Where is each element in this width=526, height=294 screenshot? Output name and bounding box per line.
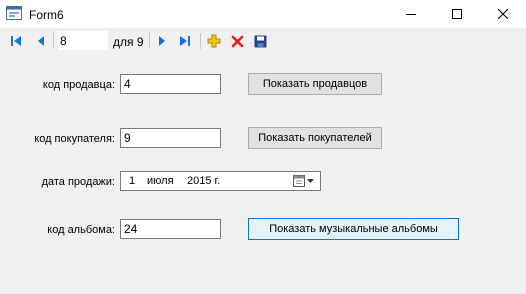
move-previous-button[interactable] [32, 32, 50, 50]
show-sellers-button[interactable]: Показать продавцов [248, 73, 382, 95]
show-buyers-button[interactable]: Показать покупателей [248, 127, 382, 149]
date-month: июля [147, 175, 174, 187]
add-icon [207, 34, 221, 48]
form-icon [6, 6, 22, 20]
calendar-dropdown[interactable] [293, 175, 315, 187]
save-button[interactable] [251, 32, 269, 50]
seller-id-field[interactable]: 4 [120, 74, 221, 94]
title-bar: Form6 [0, 0, 526, 28]
toolbar-separator [200, 33, 201, 49]
sale-date-picker[interactable]: 1 июля 2015 г. [120, 171, 321, 191]
move-last-icon [180, 36, 190, 46]
delete-icon [231, 35, 243, 47]
minimize-button[interactable] [388, 0, 434, 28]
save-icon [254, 35, 266, 47]
delete-button[interactable] [228, 32, 246, 50]
close-icon [498, 9, 508, 19]
move-last-button[interactable] [176, 32, 194, 50]
move-first-icon [11, 36, 21, 46]
add-new-button[interactable] [205, 32, 223, 50]
sale-date-label: дата продажи: [41, 176, 115, 188]
toolbar-separator [53, 33, 54, 49]
buyer-id-field[interactable]: 9 [120, 128, 221, 148]
move-first-button[interactable] [7, 32, 25, 50]
maximize-button[interactable] [434, 0, 480, 28]
move-previous-icon [38, 36, 44, 46]
date-day: 1 [129, 175, 136, 187]
move-next-button[interactable] [153, 32, 171, 50]
move-next-icon [159, 36, 165, 46]
album-id-label: код альбома: [47, 224, 115, 236]
album-id-field[interactable]: 24 [120, 219, 221, 239]
binding-navigator: для 9 [0, 28, 526, 54]
calendar-icon [293, 175, 305, 187]
position-input[interactable] [58, 31, 108, 50]
window-title: Form6 [29, 8, 64, 22]
minimize-icon [406, 14, 416, 15]
show-albums-button[interactable]: Показать музыкальные альбомы [248, 218, 459, 240]
close-button[interactable] [480, 0, 526, 28]
buyer-id-label: код покупателя: [34, 133, 115, 145]
maximize-icon [452, 9, 462, 19]
count-label: для 9 [113, 35, 144, 49]
toolbar-separator [149, 33, 150, 49]
date-year: 2015 г. [187, 175, 221, 187]
chevron-down-icon [307, 179, 314, 183]
seller-id-label: код продавца: [42, 79, 115, 91]
